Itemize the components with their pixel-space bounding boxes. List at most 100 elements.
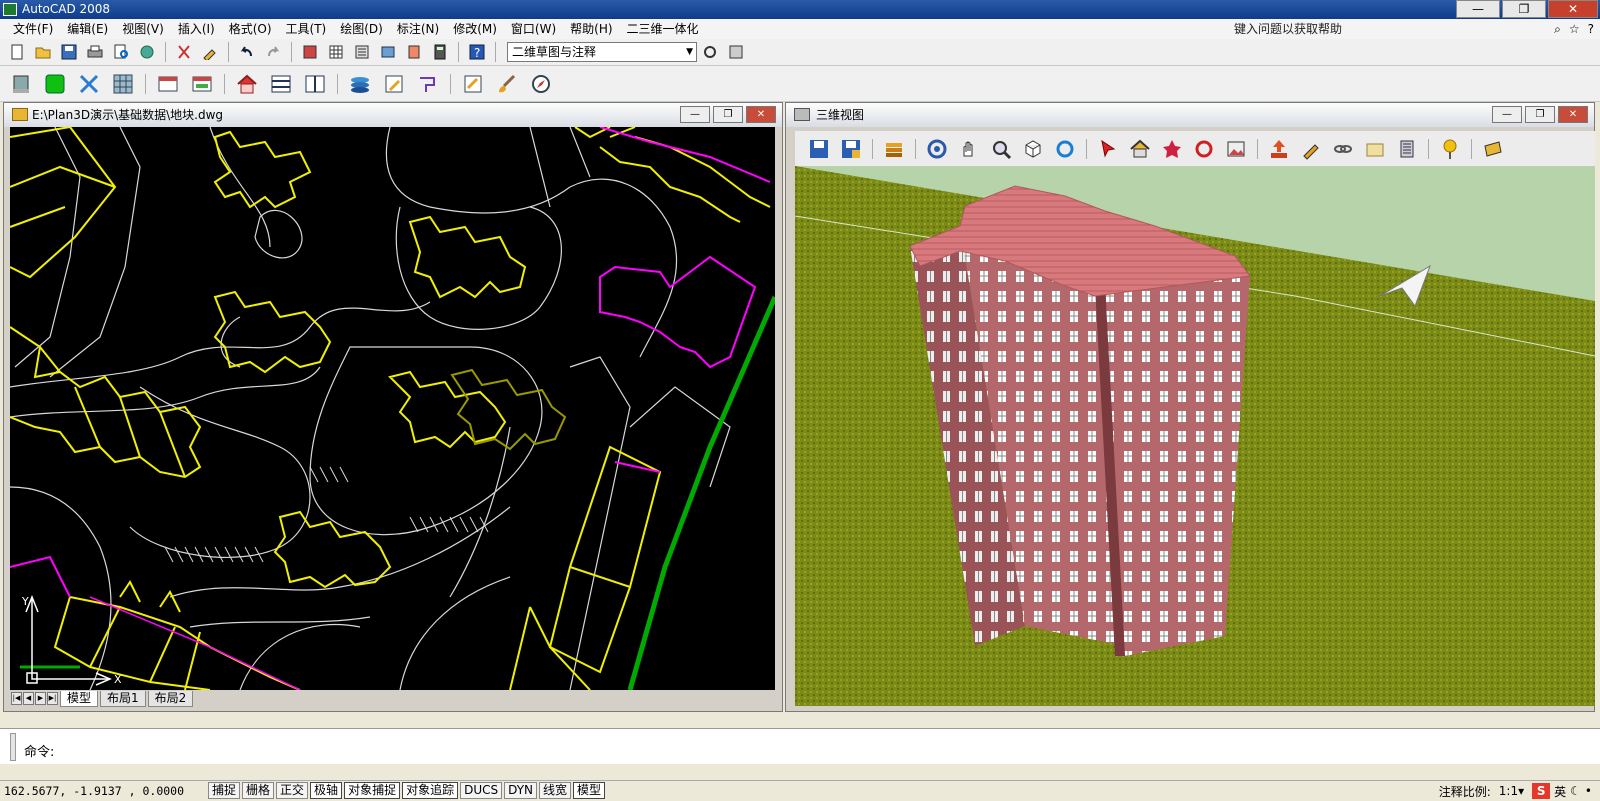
export-icon[interactable]: [1266, 136, 1292, 162]
saveas-icon[interactable]: [838, 136, 864, 162]
pencil-icon[interactable]: [380, 70, 408, 98]
polar-toggle[interactable]: 极轴: [310, 782, 343, 799]
menu-window[interactable]: 窗口(W): [504, 19, 563, 39]
menu-help[interactable]: 帮助(H): [563, 19, 619, 39]
zoom-icon[interactable]: [325, 41, 347, 63]
otrack-toggle[interactable]: 对象追踪: [402, 782, 459, 799]
window2-icon[interactable]: [188, 70, 216, 98]
menu-view[interactable]: 视图(V): [115, 19, 171, 39]
save-icon[interactable]: [58, 41, 80, 63]
tab-layout1[interactable]: 布局1: [100, 690, 146, 707]
cut-icon[interactable]: [173, 41, 195, 63]
view-minimize-button[interactable]: —: [1492, 106, 1522, 123]
box-icon[interactable]: [1362, 136, 1388, 162]
pan-hand-icon[interactable]: [956, 136, 982, 162]
menu-insert[interactable]: 插入(I): [171, 19, 222, 39]
cad-drawing-canvas[interactable]: Y X: [10, 127, 775, 690]
toolpalette-icon[interactable]: [403, 41, 425, 63]
ime-indicator[interactable]: S 英 ☾ •: [1532, 783, 1592, 800]
snap-toggle[interactable]: 捕捉: [208, 782, 241, 799]
help-search-input[interactable]: 键入问题以获取帮助: [1230, 20, 1530, 38]
view-close-button[interactable]: ✕: [1558, 106, 1588, 123]
cube-icon[interactable]: [1020, 136, 1046, 162]
workspace-select[interactable]: 二维草图与注释 ▼: [507, 42, 697, 62]
command-line[interactable]: 命令:: [0, 728, 1600, 764]
panel-h-icon[interactable]: [267, 70, 295, 98]
first-tab-icon[interactable]: |◀: [11, 692, 22, 705]
blue-x-icon[interactable]: [75, 70, 103, 98]
workspace-settings-icon[interactable]: [699, 41, 721, 63]
undo-icon[interactable]: [236, 41, 258, 63]
next-tab-icon[interactable]: ▶: [35, 692, 46, 705]
layers-icon[interactable]: [881, 136, 907, 162]
redo-icon[interactable]: [262, 41, 284, 63]
tab-model[interactable]: 模型: [60, 690, 99, 707]
menu-draw[interactable]: 绘图(D): [333, 19, 390, 39]
polyline-icon[interactable]: [414, 70, 442, 98]
compass-icon[interactable]: [527, 70, 555, 98]
pen-icon[interactable]: [1298, 136, 1324, 162]
zoom-icon[interactable]: [988, 136, 1014, 162]
view-restore-button[interactable]: ❐: [1525, 106, 1555, 123]
designcenter-icon[interactable]: [377, 41, 399, 63]
preview-icon[interactable]: [110, 41, 132, 63]
search-icon[interactable]: ⌕: [1554, 20, 1561, 38]
grid-icon[interactable]: [109, 70, 137, 98]
pointer-icon[interactable]: [1095, 136, 1121, 162]
restore-button[interactable]: ❐: [1502, 0, 1546, 18]
doc-close-button[interactable]: ✕: [746, 106, 776, 123]
star-icon[interactable]: ☆: [1569, 20, 1580, 38]
workspace-save-icon[interactable]: [725, 41, 747, 63]
dyn-toggle[interactable]: DYN: [504, 782, 538, 799]
building-icon[interactable]: [7, 70, 35, 98]
home-icon[interactable]: [1127, 136, 1153, 162]
coordinate-readout[interactable]: 162.5677, -1.9137 , 0.0000: [0, 784, 208, 798]
last-tab-icon[interactable]: ▶|: [47, 692, 58, 705]
properties-icon[interactable]: [351, 41, 373, 63]
layers-icon[interactable]: [346, 70, 374, 98]
sign-icon[interactable]: [1480, 136, 1506, 162]
help-icon[interactable]: ?: [466, 41, 488, 63]
annotation-scale-select[interactable]: 1:1▾: [1499, 784, 1524, 798]
image-icon[interactable]: [1223, 136, 1249, 162]
print-icon[interactable]: [84, 41, 106, 63]
lineweight-toggle[interactable]: 线宽: [539, 782, 572, 799]
command-line-grip[interactable]: [10, 733, 16, 761]
menu-format[interactable]: 格式(O): [222, 19, 279, 39]
help-icon[interactable]: ?: [1588, 20, 1594, 38]
doc-minimize-button[interactable]: —: [680, 106, 710, 123]
menu-dimension[interactable]: 标注(N): [390, 19, 446, 39]
star-icon[interactable]: [1159, 136, 1185, 162]
open-icon[interactable]: [32, 41, 54, 63]
minimize-button[interactable]: —: [1456, 0, 1500, 18]
model-toggle[interactable]: 模型: [573, 782, 606, 799]
osnap-toggle[interactable]: 对象捕捉: [344, 782, 401, 799]
pan-icon[interactable]: [299, 41, 321, 63]
refresh-icon[interactable]: [1052, 136, 1078, 162]
pin-icon[interactable]: [1437, 136, 1463, 162]
save-icon[interactable]: [806, 136, 832, 162]
menu-edit[interactable]: 编辑(E): [60, 19, 115, 39]
prev-tab-icon[interactable]: ◀: [23, 692, 34, 705]
doc-restore-button[interactable]: ❐: [713, 106, 743, 123]
orbit-icon[interactable]: [924, 136, 950, 162]
publish-icon[interactable]: [136, 41, 158, 63]
menu-modify[interactable]: 修改(M): [446, 19, 504, 39]
calculator-icon[interactable]: [429, 41, 451, 63]
house-icon[interactable]: [233, 70, 261, 98]
matchprop-icon[interactable]: [199, 41, 221, 63]
new-icon[interactable]: [6, 41, 28, 63]
green-block-icon[interactable]: [41, 70, 69, 98]
window-icon[interactable]: [154, 70, 182, 98]
grid-toggle[interactable]: 栅格: [242, 782, 275, 799]
panel-v-icon[interactable]: [301, 70, 329, 98]
tab-layout2[interactable]: 布局2: [147, 690, 194, 707]
ducs-toggle[interactable]: DUCS: [460, 782, 503, 799]
3d-viewport[interactable]: [795, 166, 1595, 706]
building-icon[interactable]: [1394, 136, 1420, 162]
brush-icon[interactable]: [493, 70, 521, 98]
note-icon[interactable]: [459, 70, 487, 98]
rotate-icon[interactable]: [1191, 136, 1217, 162]
menu-tools[interactable]: 工具(T): [279, 19, 334, 39]
menu-file[interactable]: 文件(F): [6, 19, 60, 39]
